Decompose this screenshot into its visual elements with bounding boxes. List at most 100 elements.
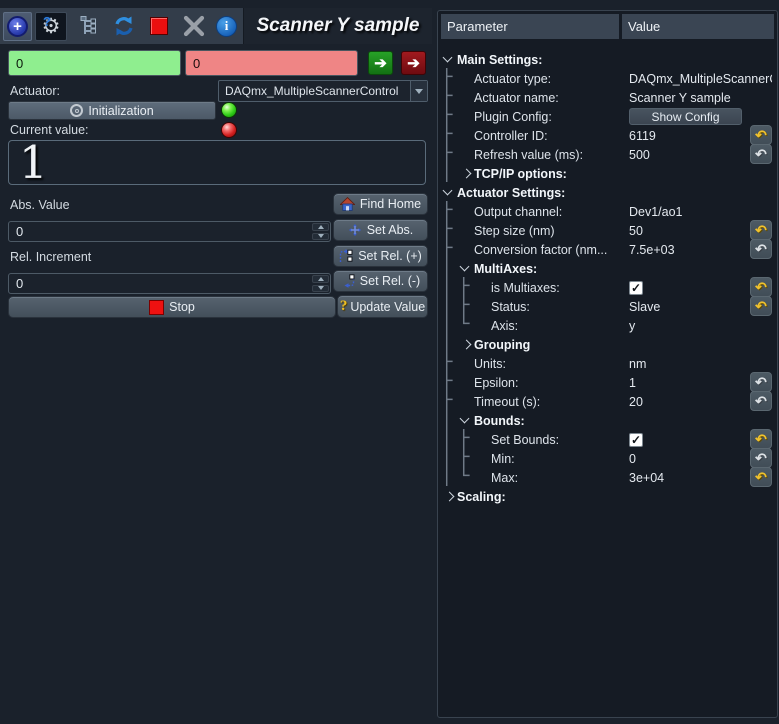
spin-down-button[interactable]: [312, 233, 329, 241]
tree-guide-line: │: [441, 410, 458, 429]
rel-increment-input[interactable]: [9, 274, 311, 293]
param-tree-row[interactable]: ├ Actuator name: Scanner Y sample: [441, 88, 774, 107]
undo-button[interactable]: ↶: [750, 220, 772, 240]
add-actuator-button[interactable]: +: [3, 12, 32, 41]
abs-position-green-input[interactable]: [9, 51, 181, 75]
undo-button[interactable]: ↶: [750, 467, 772, 487]
header-parameter[interactable]: Parameter: [441, 14, 619, 39]
param-value[interactable]: 1: [629, 376, 636, 390]
page-title: Scanner Y sample: [256, 15, 419, 37]
param-value[interactable]: 3e+04: [629, 471, 664, 485]
toolbar: + ⚙ ? i Scanner Y sample: [0, 8, 432, 44]
set-abs-button[interactable]: Set Abs.: [333, 219, 428, 241]
param-tree-row[interactable]: ├ Conversion factor (nm... 7.5e+03 ↶: [441, 240, 774, 259]
abs-value-spinbox[interactable]: [8, 221, 331, 242]
param-value[interactable]: 0: [629, 452, 636, 466]
param-tree-row[interactable]: ├ Output channel: Dev1/ao1: [441, 202, 774, 221]
info-button[interactable]: i: [212, 12, 241, 41]
stop-motion-button[interactable]: [144, 12, 173, 41]
param-tree-row[interactable]: │ Bounds:: [441, 411, 774, 430]
param-value-cell: nm: [629, 354, 772, 373]
actuator-type-combobox[interactable]: DAQmx_MultipleScannerControl: [218, 80, 428, 102]
expand-arrow-icon[interactable]: [445, 492, 455, 502]
param-tree-row[interactable]: ├ Controller ID: 6119 ↶: [441, 126, 774, 145]
undo-button[interactable]: ↶: [750, 429, 772, 449]
param-tree-row[interactable]: Scaling:: [441, 487, 774, 506]
set-rel-minus-button[interactable]: Set Rel. (-): [333, 270, 428, 292]
param-value[interactable]: Slave: [629, 300, 660, 314]
param-value[interactable]: 6119: [629, 129, 656, 143]
param-tree-row[interactable]: ├ Epsilon: 1 ↶: [441, 373, 774, 392]
param-value[interactable]: Scanner Y sample: [629, 91, 731, 105]
settings-button[interactable]: ⚙ ?: [35, 12, 67, 41]
param-tree-row[interactable]: ├ Actuator type: DAQmx_MultipleScannerCo…: [441, 69, 774, 88]
undo-button[interactable]: ↶: [750, 296, 772, 316]
rel-increment-spinbox[interactable]: [8, 273, 331, 294]
param-tree-row[interactable]: │├ Min: 0 ↶: [441, 449, 774, 468]
go-abs-red-button[interactable]: ➔: [401, 51, 426, 75]
update-value-button[interactable]: ? Update Value: [337, 295, 428, 318]
param-tree-row[interactable]: │ MultiAxes:: [441, 259, 774, 278]
param-tree-row[interactable]: ├ Refresh value (ms): 500 ↶: [441, 145, 774, 164]
param-tree-row[interactable]: │└ Max: 3e+04 ↶: [441, 468, 774, 487]
undo-button[interactable]: ↶: [750, 448, 772, 468]
undo-button[interactable]: ↶: [750, 277, 772, 297]
param-tree-row[interactable]: │├ is Multiaxes: ✓ ↶: [441, 278, 774, 297]
quit-button[interactable]: [179, 12, 208, 41]
go-abs-green-button[interactable]: ➔: [368, 51, 393, 75]
undo-button[interactable]: ↶: [750, 372, 772, 392]
param-tree-row[interactable]: │└ Axis: y: [441, 316, 774, 335]
spin-up-button[interactable]: [312, 275, 329, 283]
abs-value-input[interactable]: [9, 222, 311, 241]
set-rel-plus-button[interactable]: Set Rel. (+): [333, 245, 428, 267]
abs-position-green-spinbox[interactable]: [8, 50, 181, 76]
chevron-down-icon: [415, 89, 423, 94]
param-value[interactable]: 50: [629, 224, 643, 238]
expand-arrow-icon[interactable]: [462, 340, 472, 350]
checkbox[interactable]: ✓: [629, 281, 643, 295]
param-value[interactable]: 7.5e+03: [629, 243, 675, 257]
spin-up-button[interactable]: [312, 223, 329, 231]
param-value[interactable]: Dev1/ao1: [629, 205, 683, 219]
undo-button[interactable]: ↶: [750, 391, 772, 411]
param-tree-row[interactable]: ├ Timeout (s): 20 ↶: [441, 392, 774, 411]
collapse-arrow-icon[interactable]: [443, 53, 453, 63]
param-tree-row[interactable]: ├ Plugin Config: Show Config: [441, 107, 774, 126]
tree-guide-line: │: [441, 448, 458, 467]
param-tree-row[interactable]: │├ Status: Slave ↶: [441, 297, 774, 316]
param-tree-row[interactable]: │├ Set Bounds: ✓ ↶: [441, 430, 774, 449]
info-icon: i: [216, 16, 237, 37]
collapse-arrow-icon[interactable]: [460, 414, 470, 424]
header-value[interactable]: Value: [622, 14, 774, 39]
spin-down-button[interactable]: [312, 285, 329, 293]
abs-position-red-spinbox[interactable]: [185, 50, 358, 76]
param-value[interactable]: DAQmx_MultipleScannerControl: [629, 72, 772, 86]
undo-button[interactable]: ↶: [750, 144, 772, 164]
param-tree-row[interactable]: Actuator Settings:: [441, 183, 774, 202]
find-home-button[interactable]: Find Home: [333, 193, 428, 215]
param-tree-row[interactable]: ├ Units: nm: [441, 354, 774, 373]
show-tree-button[interactable]: [74, 12, 103, 41]
param-tree-row[interactable]: │ Grouping: [441, 335, 774, 354]
collapse-arrow-icon[interactable]: [460, 262, 470, 272]
param-value[interactable]: 500: [629, 148, 650, 162]
abs-position-red-input[interactable]: [186, 51, 358, 75]
param-tree-row[interactable]: Main Settings:: [441, 50, 774, 69]
undo-button[interactable]: ↶: [750, 239, 772, 259]
param-value[interactable]: nm: [629, 357, 646, 371]
combo-dropdown-button[interactable]: [410, 81, 427, 101]
stop-button[interactable]: Stop: [8, 296, 336, 318]
param-value[interactable]: y: [629, 319, 635, 333]
param-tree-row[interactable]: ├ Step size (nm) 50 ↶: [441, 221, 774, 240]
undo-button[interactable]: ↶: [750, 125, 772, 145]
param-value[interactable]: 20: [629, 395, 643, 409]
initialization-button[interactable]: Initialization: [8, 101, 216, 120]
collapse-arrow-icon[interactable]: [443, 186, 453, 196]
checkbox[interactable]: ✓: [629, 433, 643, 447]
tree-guide-line: │: [441, 258, 458, 277]
expand-arrow-icon[interactable]: [462, 169, 472, 179]
show-config-button[interactable]: Show Config: [629, 108, 742, 125]
moving-led: [221, 122, 237, 138]
param-tree-row[interactable]: │ TCP/IP options:: [441, 164, 774, 183]
refresh-button[interactable]: [109, 12, 138, 41]
